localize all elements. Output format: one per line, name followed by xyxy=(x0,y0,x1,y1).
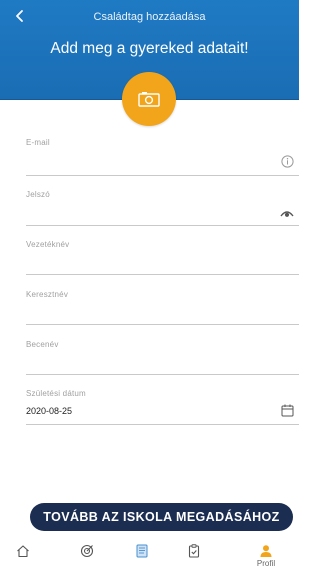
nickname-input[interactable] xyxy=(26,353,266,369)
tab-profile[interactable]: Profil xyxy=(250,533,282,572)
password-input[interactable] xyxy=(26,204,266,220)
home-icon xyxy=(17,545,29,558)
birth-date-label: Születési dátum xyxy=(26,389,86,398)
info-icon[interactable] xyxy=(281,155,294,168)
tab-diary[interactable] xyxy=(127,533,157,572)
page-title: Családtag hozzáadása xyxy=(93,11,206,23)
first-name-input[interactable] xyxy=(26,303,266,319)
target-icon xyxy=(80,544,94,558)
tab-home[interactable] xyxy=(8,533,38,572)
birth-date-input[interactable] xyxy=(26,403,266,419)
first-name-label: Keresztnév xyxy=(26,290,69,299)
email-input[interactable] xyxy=(26,154,266,170)
calendar-icon[interactable] xyxy=(281,404,294,417)
tab-profile-label: Profil xyxy=(256,559,276,568)
tab-goals[interactable] xyxy=(72,533,102,572)
nickname-label: Becenév xyxy=(26,340,59,349)
nickname-field: Becenév xyxy=(26,340,299,375)
page-subtitle: Add meg a gyereked adatait! xyxy=(50,40,249,57)
clipboard-check-icon xyxy=(188,544,200,558)
profile-icon xyxy=(260,545,272,557)
tab-tasks[interactable] xyxy=(179,533,209,572)
eye-icon[interactable] xyxy=(280,209,294,218)
birth-date-field: Születési dátum xyxy=(26,389,299,425)
bottom-tab-bar: Profil xyxy=(0,533,299,572)
add-photo-button[interactable] xyxy=(122,72,176,126)
password-label: Jelszó xyxy=(26,190,50,199)
last-name-field: Vezetéknév xyxy=(26,240,299,275)
book-icon xyxy=(136,544,148,558)
first-name-field: Keresztnév xyxy=(26,290,299,325)
next-to-school-button[interactable]: TOVÁBB AZ ISKOLA MEGADÁSÁHOZ xyxy=(30,503,293,531)
last-name-input[interactable] xyxy=(26,253,266,269)
camera-icon xyxy=(138,92,160,107)
last-name-label: Vezetéknév xyxy=(26,240,70,249)
password-field: Jelszó xyxy=(26,190,299,226)
email-field: E-mail xyxy=(26,138,299,176)
email-label: E-mail xyxy=(26,138,50,147)
